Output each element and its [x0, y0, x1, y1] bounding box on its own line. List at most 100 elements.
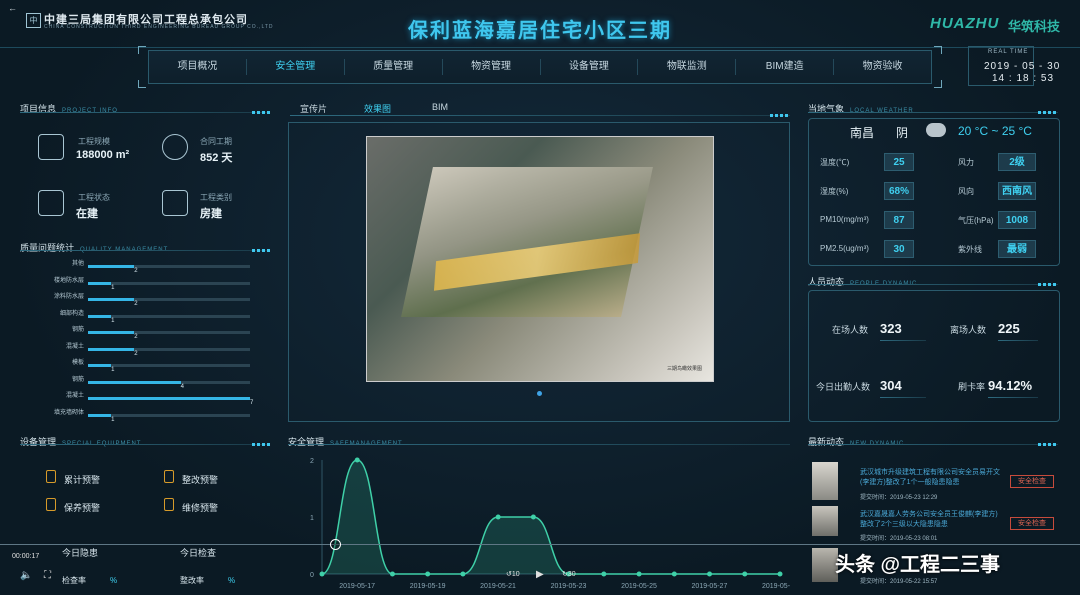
news-date: 提交时间：2019-05-23 08:01 — [860, 536, 938, 542]
rewind-icon[interactable]: ↺10 — [506, 570, 520, 578]
weather-value: 30 — [884, 240, 914, 258]
info-value: 在建 — [76, 208, 98, 220]
data-point[interactable] — [460, 571, 466, 577]
equipment-header: 设备管理SPECIAL EQUIPMENT — [20, 432, 141, 450]
weather-label: 风向 — [958, 187, 974, 196]
equipment-item[interactable]: 保养预警 — [64, 501, 100, 514]
quality-bar-label: 其他 — [71, 261, 84, 267]
volume-icon[interactable]: 🔈 — [20, 570, 32, 581]
news-text[interactable]: 武汉嘉晟嘉人劳务公司安全员王俊麒(李建方)整改了2个三级以大隐患隐患 — [860, 510, 1000, 530]
quality-bar-row: 其他 2 — [22, 258, 262, 274]
quality-bar-value: 2 — [134, 301, 138, 307]
quality-bar-row: 钢筋 2 — [22, 324, 262, 340]
quality-bar-track — [88, 397, 250, 400]
divider — [20, 112, 270, 113]
x-tick-label: 2019-05-27 — [692, 583, 728, 590]
data-point[interactable] — [777, 571, 783, 577]
quality-bar-label: 填充墙砌体 — [53, 409, 84, 416]
equipment-item[interactable]: 累计预警 — [64, 473, 100, 486]
nav-item-bim[interactable]: BIM建造 — [736, 59, 835, 75]
data-point[interactable] — [707, 571, 713, 577]
nav-item-equipment[interactable]: 设备管理 — [541, 59, 639, 75]
data-point[interactable] — [495, 514, 501, 520]
weather-value: 2级 — [998, 153, 1036, 171]
quality-bar-track — [88, 331, 250, 334]
y-tick-label: 1 — [310, 515, 314, 522]
play-icon[interactable]: ▶ — [536, 569, 544, 580]
quality-bar — [88, 298, 135, 301]
today-attendance-value: 304 — [880, 378, 902, 393]
tab-rendering[interactable]: 效果图 — [364, 102, 391, 115]
brand-name: 华筑科技 — [1008, 19, 1061, 34]
weather-label: PM10(mg/m³) — [820, 215, 869, 224]
realtime-time: 14 : 18 : 53 — [992, 73, 1055, 84]
info-value: 852 天 — [200, 152, 233, 164]
forward-icon[interactable]: ↻30 — [562, 570, 576, 578]
data-point[interactable] — [742, 571, 748, 577]
news-header: 最新动态NEW DYNAMIC — [808, 432, 904, 450]
nav-item-material[interactable]: 物资管理 — [443, 59, 541, 75]
company-name-en: CHINA CONSTRUCTION THIRD ENGINEERING BUR… — [44, 24, 274, 30]
section-mark — [252, 249, 270, 252]
weather-label: 温度(℃) — [820, 158, 850, 167]
weather-label: 气压(hPa) — [958, 216, 994, 225]
x-tick-label: 2019-05-17 — [339, 583, 375, 590]
nav-item-quality[interactable]: 质量管理 — [345, 59, 443, 75]
fullscreen-icon[interactable]: ⛶ — [44, 570, 51, 581]
data-point[interactable] — [389, 571, 395, 577]
section-title-en: LOCAL WEATHER — [850, 108, 914, 114]
section-mark — [770, 114, 788, 117]
video-progress-track[interactable] — [0, 544, 1080, 545]
data-point[interactable] — [671, 571, 677, 577]
weather-value: 最弱 — [998, 240, 1036, 258]
news-tag[interactable]: 安全检查 — [1010, 475, 1054, 488]
data-point[interactable] — [530, 514, 536, 520]
data-point[interactable] — [601, 571, 607, 577]
back-arrow-icon[interactable]: ← — [8, 3, 17, 13]
maintenance-icon — [46, 498, 56, 511]
quality-bar-row: 细部构造 1 — [22, 308, 262, 324]
video-progress-handle[interactable] — [330, 539, 341, 550]
divider — [20, 444, 270, 445]
x-tick-label: 2019-05-21 — [480, 583, 516, 590]
aerial-rendering-image[interactable]: 三期鸟瞰效果图 — [366, 136, 714, 382]
image-caption: 三期鸟瞰效果图 — [667, 366, 703, 372]
weather-value: 25 — [884, 153, 914, 171]
news-tag[interactable]: 安全检查 — [1010, 517, 1054, 530]
quality-header: 质量问题统计QUALITY MANAGEMENT — [20, 238, 168, 256]
nav-item-overview[interactable]: 项目概况 — [149, 59, 247, 75]
equipment-item[interactable]: 维修预警 — [182, 501, 218, 514]
data-point[interactable] — [354, 457, 360, 463]
divider — [988, 397, 1038, 398]
data-point[interactable] — [636, 571, 642, 577]
quality-bar-track — [88, 347, 250, 351]
y-tick-label: 0 — [310, 572, 314, 579]
section-title-en: PROJECT INFO — [62, 108, 118, 114]
divider — [808, 284, 1058, 285]
quality-bar-value: 2 — [134, 268, 138, 274]
section-title: 设备管理 — [20, 437, 57, 447]
news-text[interactable]: 武汉城市升级建筑工程有限公司安全员易开文(李建方)整改了1个一般隐患隐患 — [860, 468, 1000, 488]
info-label: 合同工期 — [200, 137, 232, 146]
news-date: 提交时间：2019-05-23 12:29 — [860, 495, 938, 501]
tab-bim[interactable]: BIM — [432, 102, 448, 112]
equipment-item[interactable]: 整改预警 — [182, 473, 218, 486]
tab-video[interactable]: 宣传片 — [300, 102, 327, 115]
carousel-dot[interactable] — [537, 391, 542, 396]
data-point[interactable] — [319, 571, 325, 577]
nav-item-iot[interactable]: 物联监测 — [638, 59, 737, 75]
quality-bar-row: 涂料防水层 2 — [22, 291, 262, 307]
news-thumbnail[interactable] — [812, 462, 838, 500]
nav-item-acceptance[interactable]: 物资验收 — [834, 59, 931, 75]
section-title: 人员动态 — [808, 277, 845, 287]
main-nav: 项目概况 安全管理 质量管理 物资管理 设备管理 物联监测 BIM建造 物资验收 — [148, 50, 932, 84]
news-thumbnail[interactable] — [812, 506, 838, 536]
nav-item-safety[interactable]: 安全管理 — [247, 59, 345, 75]
quality-bar — [88, 314, 112, 318]
data-point[interactable] — [425, 571, 431, 577]
x-tick-label: 2019-05-19 — [410, 583, 446, 590]
info-value: 188000 m² — [76, 149, 130, 161]
status-icon — [38, 190, 64, 216]
divider — [290, 115, 790, 116]
divider — [880, 397, 926, 398]
